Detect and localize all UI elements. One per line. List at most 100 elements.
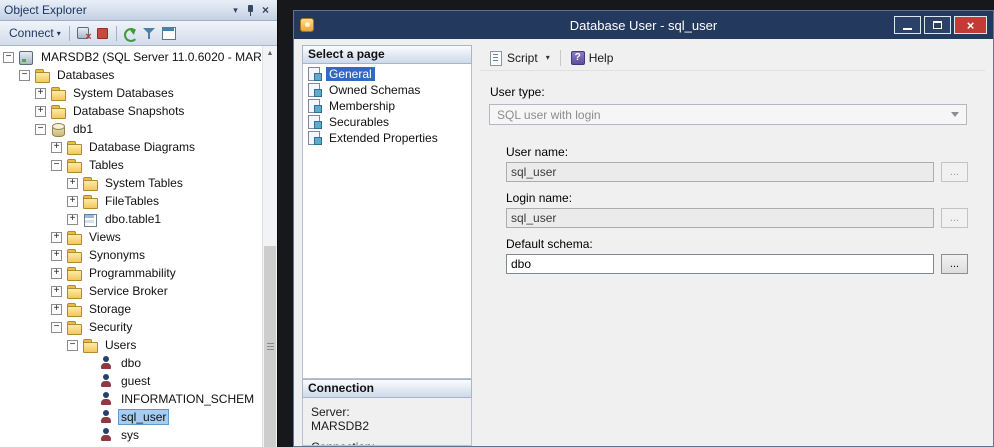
- script-button-label: Script: [507, 51, 538, 65]
- tree-item-sql-user[interactable]: sql_user: [0, 408, 277, 426]
- collapse-icon[interactable]: −: [35, 124, 46, 135]
- tree-item-storage[interactable]: + Storage: [0, 300, 277, 318]
- chevron-down-icon[interactable]: ▾: [228, 3, 243, 18]
- tree-item-label: Programmability: [86, 265, 179, 281]
- user-icon: [98, 374, 114, 388]
- expand-icon[interactable]: +: [51, 268, 62, 279]
- tree-item-system-tables[interactable]: +System Tables: [0, 174, 277, 192]
- tree-item-label: INFORMATION_SCHEM: [118, 391, 257, 407]
- user-type-label: User type:: [490, 85, 985, 100]
- expand-icon[interactable]: +: [51, 286, 62, 297]
- user-type-dropdown[interactable]: SQL user with login: [489, 104, 967, 125]
- object-explorer-panel: Object Explorer ▾ × Connect ▾ −MARSDB2 (…: [0, 0, 278, 447]
- collapse-icon[interactable]: −: [19, 70, 30, 81]
- database-user-dialog: Database User - sql_user × Select a page…: [293, 10, 994, 447]
- tree-item-label: Security: [86, 319, 135, 335]
- table-icon: [82, 212, 98, 226]
- pin-icon[interactable]: [243, 3, 258, 18]
- help-button-label: Help: [589, 51, 614, 65]
- tree-item-database-snapshots[interactable]: +Database Snapshots: [0, 102, 277, 120]
- maximize-icon: [933, 21, 942, 29]
- tree-item-tables[interactable]: −Tables: [0, 156, 277, 174]
- tree-item-service-broker[interactable]: +Service Broker: [0, 282, 277, 300]
- user-name-label: User name:: [506, 145, 985, 160]
- dialog-main: Script ▾ ? Help User type: SQL user with…: [480, 45, 985, 446]
- help-button[interactable]: ? Help: [567, 49, 618, 67]
- expand-icon[interactable]: +: [67, 214, 78, 225]
- expand-icon[interactable]: +: [67, 178, 78, 189]
- collapse-icon[interactable]: −: [3, 52, 14, 63]
- user-name-browse-button[interactable]: ...: [941, 162, 968, 182]
- tree-item-label: sql_user: [118, 409, 169, 425]
- tree-item-label: Users: [102, 337, 139, 353]
- tree-item-sys[interactable]: sys: [0, 426, 277, 444]
- tree-item-information-schem[interactable]: INFORMATION_SCHEM: [0, 390, 277, 408]
- filter-icon[interactable]: [141, 25, 158, 41]
- page-item-owned-schemas[interactable]: Owned Schemas: [303, 82, 471, 98]
- tree-item-guest[interactable]: guest: [0, 372, 277, 390]
- tree-item-views[interactable]: +Views: [0, 228, 277, 246]
- tree-item-dbo[interactable]: dbo: [0, 354, 277, 372]
- tree-scrollbar[interactable]: ▲: [262, 46, 277, 447]
- expand-icon[interactable]: +: [67, 196, 78, 207]
- expand-icon[interactable]: +: [51, 142, 62, 153]
- connection-label: Connection:: [311, 440, 463, 446]
- tree-item-label: Storage: [86, 301, 134, 317]
- activity-monitor-icon[interactable]: [160, 25, 177, 41]
- tree-item-synonyms[interactable]: +Synonyms: [0, 246, 277, 264]
- expand-icon[interactable]: +: [51, 304, 62, 315]
- toolbar-separator: [560, 50, 561, 66]
- collapse-icon[interactable]: −: [51, 322, 62, 333]
- tree-item-system-databases[interactable]: +System Databases: [0, 84, 277, 102]
- folder-icon: [82, 338, 98, 352]
- collapse-icon[interactable]: −: [51, 160, 62, 171]
- pin-stem: [250, 12, 251, 16]
- tree-item-marsdb2-sql-server-11-0-6020-marsd[interactable]: − MARSDB2 (SQL Server 11.0.6020 - MARSD: [0, 48, 277, 66]
- page-item-securables[interactable]: Securables: [303, 114, 471, 130]
- scroll-up-icon[interactable]: ▲: [263, 46, 277, 61]
- tree-item-security[interactable]: − Security: [0, 318, 277, 336]
- tree-item-programmability[interactable]: + Programmability: [0, 264, 277, 282]
- user-name-input[interactable]: [506, 162, 934, 182]
- tree-item-label: Database Diagrams: [86, 139, 198, 155]
- tree-item-db1[interactable]: −db1: [0, 120, 277, 138]
- close-icon[interactable]: ×: [258, 3, 273, 18]
- server-value: MARSDB2: [311, 419, 463, 433]
- login-name-input[interactable]: [506, 208, 934, 228]
- login-name-browse-button[interactable]: ...: [941, 208, 968, 228]
- refresh-icon[interactable]: [122, 25, 139, 41]
- page-item-label: Securables: [326, 115, 392, 129]
- default-schema-input[interactable]: [506, 254, 934, 274]
- tree-item-users[interactable]: − Users: [0, 336, 277, 354]
- script-button[interactable]: Script: [484, 48, 542, 67]
- expand-icon[interactable]: +: [51, 232, 62, 243]
- page-icon: [307, 99, 323, 113]
- disconnect-icon[interactable]: [75, 25, 92, 41]
- page-item-label: Owned Schemas: [326, 83, 423, 97]
- minimize-button[interactable]: [894, 16, 921, 34]
- script-dropdown-chevron-icon[interactable]: ▾: [542, 50, 554, 65]
- maximize-button[interactable]: [924, 16, 951, 34]
- close-button[interactable]: ×: [954, 16, 987, 34]
- tree-item-dbo-table1[interactable]: +dbo.table1: [0, 210, 277, 228]
- expand-icon[interactable]: +: [35, 106, 46, 117]
- connect-button-label: Connect: [9, 26, 54, 40]
- default-schema-browse-button[interactable]: ...: [941, 254, 968, 274]
- tree-item-filetables[interactable]: +FileTables: [0, 192, 277, 210]
- page-item-general[interactable]: General: [303, 66, 471, 82]
- tree-item-label: MARSDB2 (SQL Server 11.0.6020 - MARSD: [38, 49, 277, 65]
- tree-item-database-diagrams[interactable]: + Database Diagrams: [0, 138, 277, 156]
- page-item-extended-properties[interactable]: Extended Properties: [303, 130, 471, 146]
- collapse-icon[interactable]: −: [67, 340, 78, 351]
- scrollbar-thumb[interactable]: [264, 246, 276, 447]
- expand-icon[interactable]: +: [35, 88, 46, 99]
- page-item-membership[interactable]: Membership: [303, 98, 471, 114]
- folder-icon: [82, 176, 98, 190]
- connect-button[interactable]: Connect ▾: [5, 24, 65, 42]
- tree-item-databases[interactable]: −Databases: [0, 66, 277, 84]
- page-icon: [307, 83, 323, 97]
- dialog-title: Database User - sql_user: [294, 18, 993, 33]
- stop-icon[interactable]: [94, 25, 111, 41]
- user-type-value: SQL user with login: [497, 108, 951, 122]
- expand-icon[interactable]: +: [51, 250, 62, 261]
